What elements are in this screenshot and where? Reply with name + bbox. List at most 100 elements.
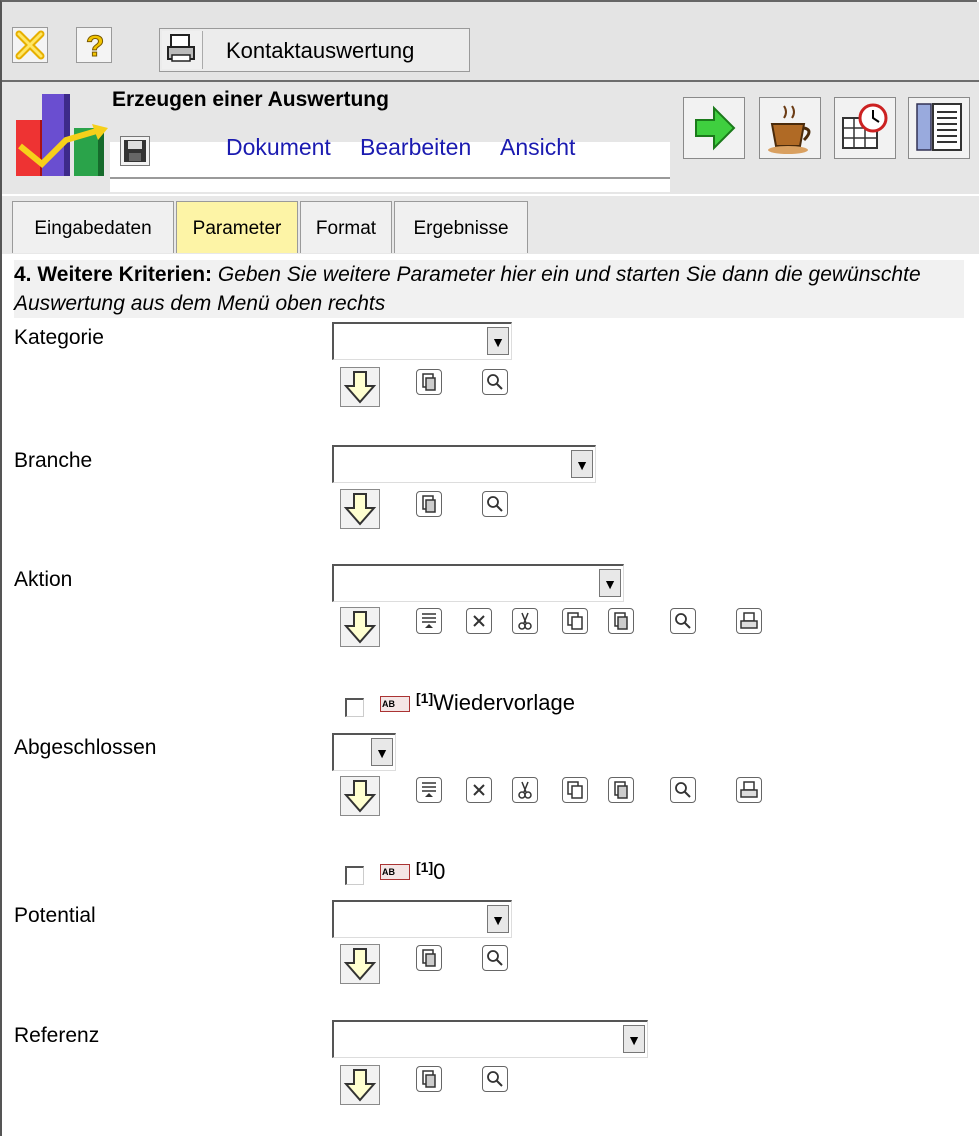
search-icon xyxy=(487,1071,503,1087)
label-referenz: Referenz xyxy=(14,1024,100,1047)
menu-bearbeiten[interactable]: Bearbeiten xyxy=(360,134,471,161)
chevron-down-icon[interactable]: ▼ xyxy=(571,450,593,478)
branche-select[interactable]: ▼ xyxy=(332,445,596,483)
criteria-description: 4. Weitere Kriterien: Geben Sie weitere … xyxy=(14,260,964,318)
kategorie-paste-button[interactable] xyxy=(416,369,442,395)
aktion-list-button[interactable] xyxy=(416,608,442,634)
kategorie-select[interactable]: ▼ xyxy=(332,322,512,360)
abgeschlossen-print-button[interactable] xyxy=(736,777,762,803)
menu-ansicht[interactable]: Ansicht xyxy=(500,134,575,161)
kategorie-search-button[interactable] xyxy=(482,369,508,395)
arrow-down-icon xyxy=(343,1069,377,1102)
run-button[interactable] xyxy=(683,97,745,159)
help-icon: ? xyxy=(86,30,105,64)
paste-icon xyxy=(422,373,436,391)
kategorie-insert-button[interactable] xyxy=(340,367,380,407)
aktion-paste-button[interactable] xyxy=(608,608,634,634)
arrow-down-icon xyxy=(343,948,377,981)
report-button[interactable]: Kontaktauswertung xyxy=(159,28,470,72)
branche-paste-button[interactable] xyxy=(416,491,442,517)
tab-eingabedaten[interactable]: Eingabedaten xyxy=(12,201,174,253)
top-toolbar: ? Kontaktauswertung xyxy=(2,2,979,82)
coffee-icon xyxy=(768,105,811,154)
aktion-select[interactable]: ▼ xyxy=(332,564,624,602)
abgeschlossen-cut-button[interactable] xyxy=(512,777,538,803)
referenz-paste-button[interactable] xyxy=(416,1066,442,1092)
help-button[interactable]: ? xyxy=(76,27,112,64)
aktion-item-index: [1] xyxy=(416,690,434,706)
referenz-select[interactable]: ▼ xyxy=(332,1020,648,1058)
abgeschlossen-insert-button[interactable] xyxy=(340,776,380,816)
criteria-title: 4. Weitere Kriterien: xyxy=(14,263,213,286)
header: Erzeugen einer Auswertung Dokument Bearb… xyxy=(2,82,979,194)
referenz-insert-button[interactable] xyxy=(340,1065,380,1105)
tab-format[interactable]: Format xyxy=(300,201,392,253)
close-icon xyxy=(15,30,45,60)
arrow-right-icon xyxy=(695,105,736,151)
abgeschlossen-copy-button[interactable] xyxy=(562,777,588,803)
abgeschlossen-item-checkbox[interactable] xyxy=(345,866,364,885)
chevron-down-icon[interactable]: ▼ xyxy=(599,569,621,597)
abgeschlossen-delete-button[interactable] xyxy=(466,777,492,803)
search-icon xyxy=(487,950,503,966)
delete-icon xyxy=(473,615,485,627)
label-aktion: Aktion xyxy=(14,568,73,591)
potential-select[interactable]: ▼ xyxy=(332,900,512,938)
menu-dokument[interactable]: Dokument xyxy=(226,134,331,161)
aktion-insert-button[interactable] xyxy=(340,607,380,647)
branche-insert-button[interactable] xyxy=(340,489,380,529)
label-kategorie: Kategorie xyxy=(14,326,104,349)
abgeschlossen-item-index: [1] xyxy=(416,859,434,875)
potential-search-button[interactable] xyxy=(482,945,508,971)
label-branche: Branche xyxy=(14,449,93,472)
chevron-down-icon[interactable]: ▼ xyxy=(487,905,509,933)
report-button-label: Kontaktauswertung xyxy=(226,38,415,63)
tab-parameter[interactable]: Parameter xyxy=(176,201,298,253)
print-icon xyxy=(740,612,758,629)
chevron-down-icon[interactable]: ▼ xyxy=(623,1025,645,1053)
potential-paste-button[interactable] xyxy=(416,945,442,971)
aktion-search-button[interactable] xyxy=(670,608,696,634)
paste-icon xyxy=(614,781,628,799)
aktion-item-text: Wiedervorlage xyxy=(433,690,575,715)
aktion-delete-button[interactable] xyxy=(466,608,492,634)
arrow-down-icon xyxy=(343,371,377,404)
aktion-copy-button[interactable] xyxy=(562,608,588,634)
layout-button[interactable] xyxy=(908,97,970,159)
potential-insert-button[interactable] xyxy=(340,944,380,984)
print-icon xyxy=(740,781,758,798)
text-field-icon: AB xyxy=(380,696,410,712)
arrow-down-icon xyxy=(343,780,377,813)
page-title: Erzeugen einer Auswertung xyxy=(112,88,389,111)
text-field-icon: AB xyxy=(380,864,410,880)
schedule-button[interactable] xyxy=(834,97,896,159)
list-top-icon xyxy=(422,613,436,628)
abgeschlossen-select[interactable]: ▼ xyxy=(332,733,396,771)
chevron-down-icon[interactable]: ▼ xyxy=(371,738,393,766)
cut-icon xyxy=(518,612,532,630)
aktion-item-checkbox[interactable] xyxy=(345,698,364,717)
referenz-search-button[interactable] xyxy=(482,1066,508,1092)
save-button[interactable] xyxy=(120,136,150,166)
aktion-item-label: [1]Wiedervorlage xyxy=(416,690,575,716)
label-potential: Potential xyxy=(14,904,96,927)
chevron-down-icon[interactable]: ▼ xyxy=(487,327,509,355)
aktion-print-button[interactable] xyxy=(736,608,762,634)
ruler-list-icon xyxy=(916,103,962,151)
paste-icon xyxy=(422,949,436,967)
abgeschlossen-list-button[interactable] xyxy=(416,777,442,803)
search-icon xyxy=(675,782,691,798)
arrow-down-icon xyxy=(343,611,377,644)
abgeschlossen-search-button[interactable] xyxy=(670,777,696,803)
close-button[interactable] xyxy=(12,27,48,63)
tab-ergebnisse[interactable]: Ergebnisse xyxy=(394,201,528,253)
aktion-cut-button[interactable] xyxy=(512,608,538,634)
cut-icon xyxy=(518,781,532,799)
paste-icon xyxy=(422,495,436,513)
search-icon xyxy=(675,613,691,629)
tab-bar: Eingabedaten Parameter Format Ergebnisse xyxy=(2,196,979,254)
coffee-button[interactable] xyxy=(759,97,821,159)
branche-search-button[interactable] xyxy=(482,491,508,517)
abgeschlossen-paste-button[interactable] xyxy=(608,777,634,803)
paste-icon xyxy=(422,1070,436,1088)
